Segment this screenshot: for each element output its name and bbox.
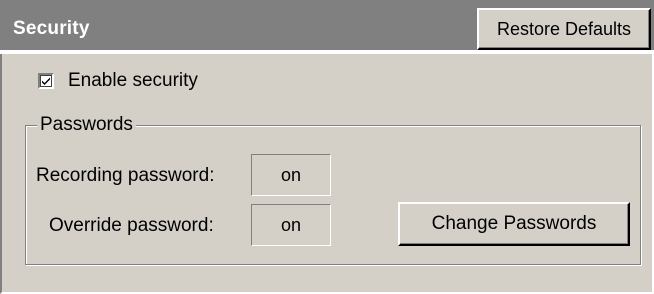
checkmark-icon [42,77,50,85]
security-panel: Enable security Passwords Recording pass… [0,54,654,294]
override-password-value: on [251,204,331,246]
enable-security-checkbox[interactable] [38,73,54,89]
recording-password-value: on [251,154,331,196]
restore-defaults-button[interactable]: Restore Defaults [477,8,651,50]
section-header: Security Restore Defaults [0,0,654,52]
passwords-groupbox: Passwords Recording password: on Overrid… [25,114,641,265]
enable-security-label: Enable security [68,70,198,91]
enable-security-row[interactable]: Enable security [38,69,198,93]
passwords-legend: Passwords [37,114,136,136]
recording-password-label: Recording password: [36,165,215,186]
override-password-label: Override password: [49,215,214,236]
section-title: Security [13,18,90,39]
change-passwords-button[interactable]: Change Passwords [398,202,630,246]
